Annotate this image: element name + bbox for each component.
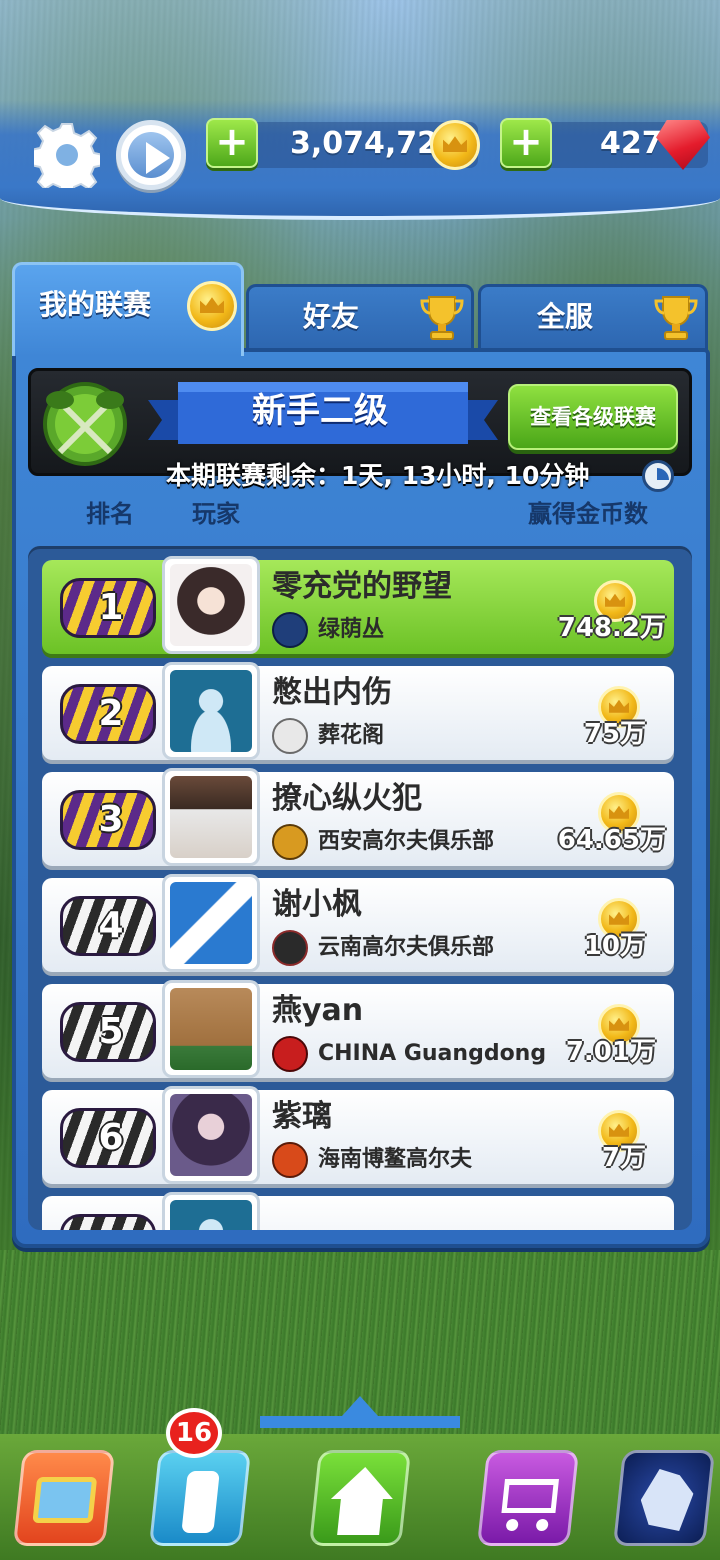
crown-coin-icon bbox=[430, 120, 480, 170]
rank-badge: 4 bbox=[60, 896, 156, 956]
trophy-icon bbox=[420, 296, 464, 340]
tab-my-league[interactable]: 我的联赛 bbox=[12, 262, 244, 356]
horse-emblem-icon bbox=[612, 1450, 716, 1546]
club-name: 西安高尔夫俱乐部 bbox=[318, 829, 495, 854]
season-timer: 本期联赛剩余：1天, 13小时, 10分钟 bbox=[166, 461, 590, 490]
coins-won: 10万 bbox=[583, 931, 646, 961]
coins-won: 748.2万 bbox=[557, 613, 666, 643]
column-player: 玩家 bbox=[192, 500, 240, 528]
club-name: CHINA Guangdong bbox=[318, 1041, 547, 1066]
home-icon bbox=[308, 1450, 412, 1546]
rank-badge: 1 bbox=[60, 578, 156, 638]
avatar[interactable] bbox=[162, 1192, 260, 1230]
club-name: 葬花阁 bbox=[318, 723, 385, 748]
play-video-button[interactable] bbox=[116, 120, 186, 190]
gear-icon[interactable] bbox=[34, 122, 100, 188]
table-row[interactable] bbox=[42, 1192, 674, 1230]
avatar[interactable] bbox=[162, 1086, 260, 1184]
add-gems-button[interactable]: + bbox=[500, 118, 552, 168]
club-emblem-icon bbox=[272, 1142, 308, 1178]
club-emblem-icon bbox=[272, 930, 308, 966]
coins-won: 75万 bbox=[583, 719, 646, 749]
tab-label: 全服 bbox=[537, 300, 594, 333]
crown-coin-icon bbox=[187, 281, 237, 331]
club-emblem-icon bbox=[272, 718, 308, 754]
club-name: 绿荫丛 bbox=[318, 617, 385, 642]
avatar[interactable] bbox=[162, 768, 260, 866]
coins-won: 7万 bbox=[601, 1143, 646, 1173]
gem-balance: 427 bbox=[600, 126, 663, 161]
player-name: 谢小枫 bbox=[272, 887, 362, 922]
nav-selected-indicator bbox=[260, 1396, 460, 1428]
nav-home[interactable] bbox=[296, 1430, 426, 1560]
table-row[interactable]: 4 谢小枫 云南高尔夫俱乐部 10万 bbox=[42, 874, 674, 972]
rank-number: 3 bbox=[98, 799, 124, 840]
nav-club[interactable] bbox=[600, 1430, 720, 1560]
table-row[interactable]: 2 憋出内伤 葬花阁 75万 bbox=[42, 662, 674, 760]
rank-number: 4 bbox=[98, 905, 124, 946]
rank-badge: 6 bbox=[60, 1108, 156, 1168]
coins-won: 64.65万 bbox=[557, 825, 666, 855]
avatar[interactable] bbox=[162, 874, 260, 972]
table-row[interactable]: 1 零充党的野望 绿荫丛 748.2万 bbox=[42, 556, 674, 654]
rank-number: 6 bbox=[98, 1117, 124, 1158]
tv-icon bbox=[12, 1450, 116, 1546]
tab-friends[interactable]: 好友 bbox=[246, 284, 474, 350]
golf-bag-icon bbox=[148, 1450, 252, 1546]
league-name: 新手二级 bbox=[252, 391, 388, 431]
column-reward: 赢得金币数 bbox=[528, 500, 648, 528]
add-coins-button[interactable]: + bbox=[206, 118, 258, 168]
table-row[interactable]: 6 紫璃 海南博鳌高尔夫 7万 bbox=[42, 1086, 674, 1184]
rank-number: 1 bbox=[98, 587, 124, 628]
rank-badge: 3 bbox=[60, 790, 156, 850]
avatar[interactable] bbox=[162, 980, 260, 1078]
view-all-leagues-button[interactable]: 查看各级联赛 bbox=[508, 384, 678, 450]
league-emblem-icon bbox=[43, 382, 127, 466]
club-emblem-icon bbox=[272, 824, 308, 860]
rank-number: 5 bbox=[98, 1011, 124, 1052]
rank-badge: 2 bbox=[60, 684, 156, 744]
club-name: 海南博鳌高尔夫 bbox=[318, 1147, 473, 1172]
rank-number: 2 bbox=[98, 693, 124, 734]
avatar[interactable] bbox=[162, 662, 260, 760]
trophy-icon bbox=[654, 296, 698, 340]
club-emblem-icon bbox=[272, 612, 308, 648]
club-emblem-icon bbox=[272, 1036, 308, 1072]
nav-shop[interactable] bbox=[464, 1430, 594, 1560]
nav-tv[interactable] bbox=[0, 1430, 130, 1560]
column-rank: 排名 bbox=[86, 500, 134, 528]
tab-global[interactable]: 全服 bbox=[478, 284, 708, 350]
club-name: 云南高尔夫俱乐部 bbox=[318, 935, 495, 960]
table-row[interactable]: 5 燕yan CHINA Guangdong 7.01万 bbox=[42, 980, 674, 1078]
tab-label: 我的联赛 bbox=[39, 288, 152, 321]
player-name: 撩心纵火犯 bbox=[272, 781, 422, 816]
table-row[interactable]: 3 撩心纵火犯 西安高尔夫俱乐部 64.65万 bbox=[42, 768, 674, 866]
player-name: 紫璃 bbox=[272, 1099, 332, 1134]
rank-badge: 5 bbox=[60, 1002, 156, 1062]
shop-cart-icon bbox=[476, 1450, 580, 1546]
clock-icon bbox=[642, 460, 674, 492]
avatar[interactable] bbox=[162, 556, 260, 654]
player-name: 零充党的野望 bbox=[272, 569, 452, 604]
leaderboard-list[interactable]: 1 零充党的野望 绿荫丛 748.2万 2 憋出内伤 葬花阁 75万 3 撩心纵… bbox=[28, 546, 692, 1230]
player-name: 憋出内伤 bbox=[272, 675, 392, 710]
rank-badge bbox=[60, 1214, 156, 1230]
player-name: 燕yan bbox=[272, 993, 364, 1028]
notification-badge: 16 bbox=[166, 1408, 222, 1458]
tab-label: 好友 bbox=[303, 300, 360, 333]
coins-won: 7.01万 bbox=[565, 1037, 656, 1067]
